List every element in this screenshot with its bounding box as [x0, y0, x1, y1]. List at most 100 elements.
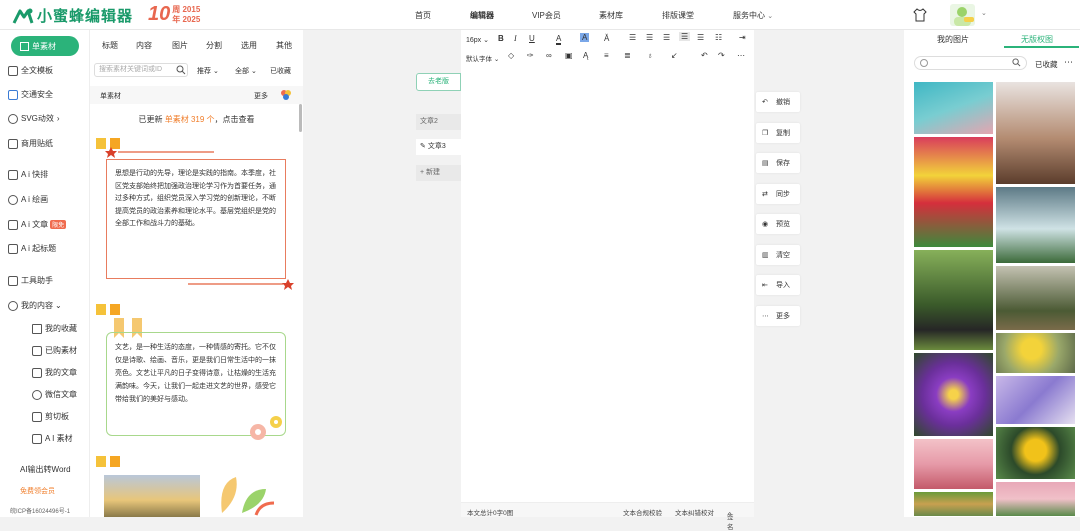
eraser-icon[interactable]: ◇	[508, 51, 514, 60]
sidebar-free-vip[interactable]: 免费领会员	[20, 486, 55, 496]
sidebar-item-traffic[interactable]: 交通安全	[8, 89, 53, 100]
nav-editor[interactable]: 编辑器	[470, 10, 494, 21]
clear-button[interactable]: ▥ 清空	[756, 245, 800, 265]
new-article-button[interactable]: + 新建	[416, 165, 461, 181]
search-icon[interactable]	[1012, 58, 1021, 67]
more-button[interactable]: ⋯ 更多	[756, 306, 800, 326]
sidebar-sub-my-articles[interactable]: 我的文章	[32, 367, 77, 378]
tab-free-images[interactable]: 无版权图	[1021, 34, 1053, 45]
more-icon[interactable]: ⋯	[737, 51, 745, 60]
tab-divider[interactable]: 分割	[206, 40, 222, 51]
sidebar-sub-ai-material[interactable]: A I 素材	[32, 433, 73, 444]
preview-button[interactable]: ◉ 预览	[756, 214, 800, 234]
paragraph-icon[interactable]: ≣	[624, 51, 631, 60]
sidebar-item-sticker[interactable]: 商用贴纸	[8, 138, 53, 149]
photo-thumbnail[interactable]	[913, 249, 994, 351]
user-avatar[interactable]	[950, 4, 975, 26]
sidebar-sub-wechat[interactable]: 微信文章	[32, 389, 77, 400]
sidebar-item-svg[interactable]: SVG动效 ›	[8, 113, 60, 124]
tab-content[interactable]: 内容	[136, 40, 152, 51]
italic-icon[interactable]: I	[514, 34, 517, 43]
sidebar-item-single-material[interactable]: 单素材	[11, 36, 79, 56]
export-icon[interactable]: ⇥	[739, 33, 746, 42]
material-card[interactable]	[96, 454, 296, 517]
bulb-icon[interactable]: ♁	[647, 51, 653, 60]
sidebar-sub-favorites[interactable]: 我的收藏	[32, 323, 77, 334]
sidebar-sub-clipboard[interactable]: 剪切板	[32, 411, 69, 422]
divider-icon[interactable]: ≡	[604, 51, 609, 60]
nav-vip[interactable]: VIP会员	[532, 10, 561, 21]
sidebar-item-ai-paint[interactable]: A i 绘画	[8, 194, 48, 205]
sidebar-sub-purchased[interactable]: 已购素材	[32, 345, 77, 356]
nav-course[interactable]: 排版课堂	[662, 10, 694, 21]
article-item-current[interactable]: ✎ 文章3	[416, 139, 461, 155]
align-left-icon[interactable]: ☰	[629, 33, 636, 42]
nav-service[interactable]: 服务中心 ⌄	[733, 10, 773, 21]
indent-icon[interactable]: ☰	[697, 33, 704, 42]
tshirt-icon[interactable]	[913, 8, 927, 22]
nav-materials[interactable]: 素材库	[599, 10, 623, 21]
nav-home[interactable]: 首页	[415, 10, 431, 21]
line-height-icon[interactable]: ☷	[715, 33, 722, 42]
highlight-icon[interactable]: A	[580, 33, 590, 42]
photo-thumbnail[interactable]	[995, 265, 1076, 331]
image-search-input[interactable]	[914, 56, 1027, 70]
material-card[interactable]: 思想是行动的先导，理论是实践的指南。本季度，社区党支部始终把加强政治理论学习作为…	[96, 136, 296, 296]
material-card[interactable]: 文艺，是一种生活的态度，一种情感的寄托。它不仅仅是诗歌、绘画、音乐，更是我们日常…	[96, 302, 296, 448]
chevron-down-icon[interactable]: ⌄	[981, 9, 987, 17]
align-right-icon[interactable]: ☰	[663, 33, 670, 42]
search-icon[interactable]	[176, 65, 186, 75]
arrow-icon[interactable]: ↙	[671, 51, 678, 60]
bold-icon[interactable]: B	[498, 34, 504, 43]
undo-icon[interactable]: ↶	[701, 51, 708, 60]
align-justify-icon[interactable]: ☰	[679, 32, 691, 41]
photo-thumbnail[interactable]	[913, 438, 994, 490]
photo-thumbnail[interactable]	[995, 481, 1076, 517]
more-link[interactable]: 更多	[254, 91, 268, 101]
sidebar-item-my-content[interactable]: 我的内容 ⌄	[8, 300, 62, 311]
font-family-select[interactable]: 默认字体 ⌄	[466, 53, 499, 63]
vip-icon[interactable]	[110, 456, 120, 467]
sidebar-item-tools[interactable]: 工具助手	[8, 275, 53, 286]
font-size-select[interactable]: 16px ⌄	[466, 36, 489, 44]
underline-icon[interactable]: U	[529, 34, 535, 43]
import-button[interactable]: ⇤ 导入	[756, 275, 800, 295]
bookmark-icon[interactable]	[96, 304, 106, 315]
tab-title[interactable]: 标题	[102, 40, 118, 51]
redo-icon[interactable]: ↷	[718, 51, 725, 60]
copy-button[interactable]: ❐ 复制	[756, 123, 800, 143]
sidebar-word-export[interactable]: AI输出转Word	[20, 464, 71, 475]
photo-thumbnail[interactable]	[995, 186, 1076, 264]
sidebar-item-ai-layout[interactable]: A i 快排	[8, 169, 48, 180]
link-icon[interactable]: ∞	[546, 51, 552, 60]
sidebar-item-ai-title[interactable]: A i 起标题	[8, 243, 56, 254]
old-version-button[interactable]: 去老版	[416, 73, 461, 91]
bookmark-icon[interactable]	[96, 456, 106, 467]
update-notice[interactable]: 已更新 单素材 319 个，点击查看	[90, 114, 303, 125]
tab-my-images[interactable]: 我的图片	[937, 34, 969, 45]
filter-recommend[interactable]: 推荐 ⌄	[197, 66, 219, 76]
editor-canvas[interactable]: 16px ⌄ B I U A A Ӑ ☰ ☰ ☰ ☰ ☰ ☷ ⇥ 默认字体 ⌄ …	[461, 30, 754, 531]
material-search-input[interactable]: 搜索素材关键词或ID	[94, 63, 188, 77]
proofread-button[interactable]: 文本纠错校对	[675, 507, 714, 517]
font-color-icon[interactable]: A	[556, 34, 562, 45]
photo-thumbnail[interactable]	[995, 81, 1076, 185]
article-item[interactable]: 文章2	[416, 114, 461, 130]
filter-all[interactable]: 全部 ⌄	[235, 66, 257, 76]
undo-button[interactable]: ↶ 撤销	[756, 92, 800, 112]
vip-icon[interactable]	[110, 304, 120, 315]
tab-image[interactable]: 图片	[172, 40, 188, 51]
brush-icon[interactable]: ✑	[527, 51, 534, 60]
align-center-icon[interactable]: ☰	[646, 33, 653, 42]
more-icon[interactable]: ⋯	[1064, 57, 1073, 68]
brand-logo[interactable]: 小蜜蜂编辑器	[12, 5, 133, 26]
tab-other[interactable]: 其他	[276, 40, 292, 51]
image-icon[interactable]: ▣	[565, 51, 573, 60]
tab-select[interactable]: 选用	[241, 40, 257, 51]
sidebar-item-template[interactable]: 全文模板	[8, 65, 53, 76]
photo-thumbnail[interactable]	[995, 375, 1076, 425]
photo-thumbnail[interactable]	[913, 136, 994, 248]
photo-thumbnail[interactable]	[995, 426, 1076, 480]
photo-thumbnail[interactable]	[913, 81, 994, 135]
save-button[interactable]: ▤ 保存	[756, 153, 800, 173]
